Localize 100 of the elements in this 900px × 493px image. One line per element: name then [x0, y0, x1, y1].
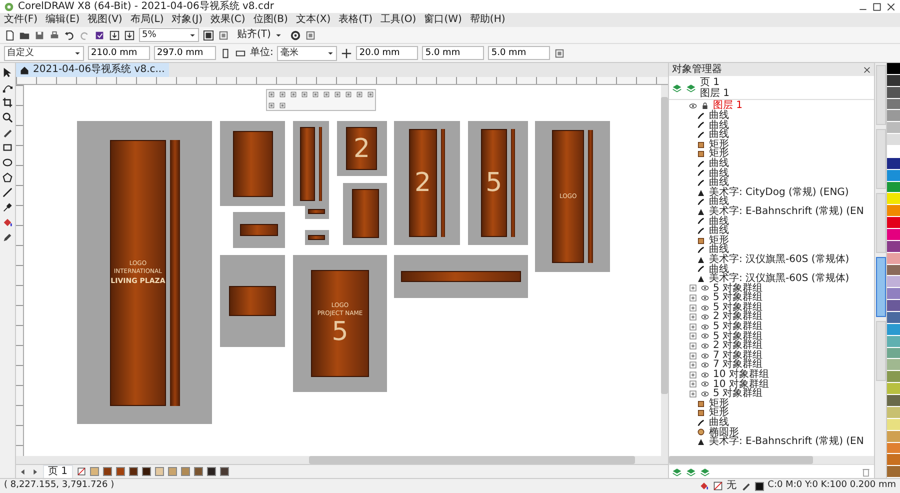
line-icon[interactable]: [2, 187, 13, 198]
close-icon[interactable]: [886, 2, 896, 12]
object-label[interactable]: 5 对象群组: [713, 332, 763, 342]
object-label[interactable]: 5 对象群组: [713, 322, 763, 332]
new-document-icon[interactable]: [4, 30, 15, 40]
object-label[interactable]: 矩形: [709, 408, 729, 418]
object-label[interactable]: 矩形: [709, 236, 729, 246]
menu-item[interactable]: 视图(V): [88, 14, 122, 26]
object-label[interactable]: 7 对象群组: [713, 350, 763, 360]
units-dropdown[interactable]: 毫米: [277, 46, 338, 60]
close-icon[interactable]: [863, 66, 871, 74]
ellipse-icon[interactable]: [2, 157, 13, 168]
tool-icon[interactable]: [554, 48, 566, 58]
crop-icon[interactable]: [2, 97, 13, 108]
rectangle-icon[interactable]: [2, 142, 13, 153]
object-label[interactable]: 椭圆形: [709, 428, 739, 438]
tool-icon[interactable]: [312, 90, 320, 98]
tool-icon[interactable]: [279, 102, 286, 109]
color-swatch[interactable]: [128, 467, 138, 476]
menu-item[interactable]: 帮助(H): [470, 14, 506, 26]
new-layer-icon[interactable]: [672, 466, 682, 476]
object-label[interactable]: 5 对象群组: [713, 293, 763, 303]
expand-icon[interactable]: [689, 342, 697, 350]
page-height-field[interactable]: 297.0 mm: [154, 46, 216, 60]
layer-name[interactable]: 图层 1: [713, 100, 745, 111]
settings-icon[interactable]: [290, 30, 301, 40]
pointer-icon[interactable]: [2, 67, 13, 78]
eye-icon[interactable]: [701, 352, 709, 360]
expand-icon[interactable]: [689, 352, 697, 360]
object-label[interactable]: 10 对象群组: [713, 380, 769, 390]
pencil-icon[interactable]: [2, 232, 13, 243]
tool-icon[interactable]: [290, 90, 298, 98]
tool-icon[interactable]: [345, 90, 352, 98]
expand-icon[interactable]: [689, 284, 697, 292]
eyedropper-icon[interactable]: [2, 202, 13, 213]
new-layer-icon[interactable]: [686, 466, 696, 476]
object-label[interactable]: 曲线: [709, 158, 729, 169]
page-tab[interactable]: 页 1: [43, 464, 73, 478]
object-label[interactable]: 曲线: [709, 197, 729, 207]
duplicate-y-field[interactable]: 5.0 mm: [488, 46, 550, 60]
new-layer-icon[interactable]: [700, 466, 710, 476]
menu-item[interactable]: 编辑(E): [46, 14, 80, 26]
expand-icon[interactable]: [689, 322, 697, 331]
object-label[interactable]: 曲线: [709, 111, 729, 121]
expand-icon[interactable]: [689, 361, 697, 370]
object-label[interactable]: 曲线: [709, 120, 729, 130]
save-icon[interactable]: [34, 30, 45, 40]
menu-item[interactable]: 窗口(W): [424, 14, 462, 26]
eye-icon[interactable]: [701, 322, 709, 331]
tool-icon[interactable]: [268, 102, 276, 109]
eye-icon[interactable]: [701, 284, 709, 292]
color-swatch[interactable]: [142, 467, 151, 476]
tool-icon[interactable]: [367, 90, 374, 98]
expand-icon[interactable]: [689, 294, 697, 302]
portrait-icon[interactable]: [220, 48, 231, 58]
eye-icon[interactable]: [701, 294, 709, 302]
snap-dropdown[interactable]: 贴齐(T): [233, 29, 286, 41]
eye-icon[interactable]: [689, 102, 697, 110]
lock-icon[interactable]: [701, 102, 709, 110]
color-swatch[interactable]: [90, 467, 99, 476]
object-label[interactable]: 曲线: [709, 178, 729, 188]
object-label[interactable]: 美术字: E-Bahnschrift (常规) (EN: [709, 206, 864, 217]
object-label[interactable]: 2 对象群组: [713, 341, 763, 351]
tool-icon[interactable]: [356, 90, 364, 98]
eye-icon[interactable]: [701, 370, 709, 379]
menu-item[interactable]: 文本(X): [296, 14, 331, 26]
expand-icon[interactable]: [689, 332, 697, 340]
eye-icon[interactable]: [701, 361, 709, 370]
object-label[interactable]: 曲线: [709, 226, 729, 236]
color-swatch[interactable]: [116, 467, 125, 476]
horizontal-scrollbar[interactable]: [16, 456, 668, 464]
nudge-distance-field[interactable]: 20.0 mm: [356, 46, 418, 60]
object-label[interactable]: 美术字: 汉仪旗黑-60S (常规体): [709, 254, 850, 264]
previous-page-icon[interactable]: [19, 468, 27, 476]
import-icon[interactable]: [109, 30, 120, 40]
eye-icon[interactable]: [701, 390, 709, 398]
polygon-icon[interactable]: [2, 172, 13, 183]
menu-item[interactable]: 布局(L): [130, 14, 164, 26]
duplicate-x-field[interactable]: 5.0 mm: [422, 46, 484, 60]
object-label[interactable]: 10 对象群组: [713, 370, 769, 380]
object-label[interactable]: 矩形: [709, 398, 729, 408]
zoom-icon[interactable]: [2, 112, 13, 123]
tool-icon[interactable]: [279, 90, 286, 98]
expand-icon[interactable]: [689, 304, 697, 312]
object-label[interactable]: 曲线: [709, 264, 729, 274]
tool-icon[interactable]: [323, 90, 330, 98]
tool-icon[interactable]: [334, 90, 342, 98]
document-tab[interactable]: 2021-04-06导视系统 v8.c...: [16, 63, 169, 77]
object-label[interactable]: 矩形: [709, 140, 729, 150]
page-width-field[interactable]: 210.0 mm: [88, 46, 150, 60]
export-icon[interactable]: [124, 30, 135, 40]
tool-icon[interactable]: [301, 90, 308, 98]
color-swatch[interactable]: [206, 467, 216, 476]
expand-icon[interactable]: [689, 390, 697, 398]
menu-item[interactable]: 表格(T): [338, 14, 373, 26]
layer-icon[interactable]: [686, 82, 696, 92]
object-label[interactable]: 美术字: 汉仪旗黑-60S (常规体): [709, 274, 850, 284]
next-page-icon[interactable]: [31, 468, 39, 476]
object-label[interactable]: 曲线: [709, 418, 729, 428]
no-color-swatch-icon[interactable]: [76, 467, 86, 476]
